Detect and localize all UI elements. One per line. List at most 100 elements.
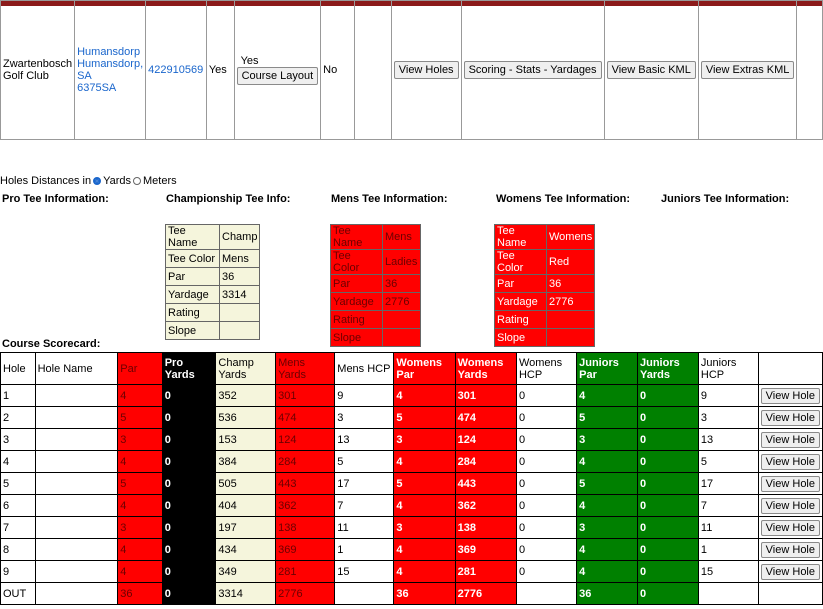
scorecard-cell [34, 560, 119, 583]
scorecard-cell: 4 [117, 450, 163, 473]
scorecard-header-cell: Juniors Yards [637, 352, 699, 385]
scorecard-cell: 3 [0, 428, 36, 451]
scorecard-cell: 8 [0, 538, 36, 561]
tee-value: 36 [382, 274, 421, 293]
view-basic-kml-button[interactable]: View Basic KML [606, 61, 696, 79]
tee-value: 3314 [218, 285, 261, 304]
scorecard-cell: 434 [215, 538, 277, 561]
scorecard-cell: 15 [334, 560, 395, 583]
womens-tee-heading: Womens Tee Information: [496, 193, 631, 205]
tee-value: Mens [382, 224, 421, 250]
scorecard-cell: 0 [515, 560, 578, 583]
scorecard-cell: 404 [215, 494, 277, 517]
scorecard-cell: 0 [515, 516, 578, 539]
club-info-table: Zwartenbosch Golf Club Humansdorp Humans… [0, 0, 823, 140]
scorecard-cell: 124 [454, 428, 517, 451]
scorecard-header-cell: Hole Name [34, 352, 119, 385]
scorecard-cell: 281 [275, 560, 336, 583]
view-hole-cell: View Hole [757, 472, 823, 495]
course-layout-button[interactable]: Course Layout [236, 67, 319, 85]
scorecard-cell: 7 [0, 516, 36, 539]
view-hole-button[interactable]: View Hole [760, 497, 820, 514]
scorecard-cell: 0 [637, 494, 699, 517]
scorecard-cell: 3 [393, 516, 456, 539]
scorecard-cell: 0 [161, 472, 217, 495]
scorecard-cell: 0 [637, 384, 699, 407]
scorecard-cell: 4 [576, 494, 638, 517]
address-line-4[interactable]: 6375SA [77, 82, 116, 94]
tee-label: Yardage [165, 285, 220, 304]
tee-label: Rating [165, 303, 220, 322]
view-hole-button[interactable]: View Hole [760, 431, 820, 448]
champ-tee-table: Tee Name Champ Tee Color Mens Par 36 Yardag… [165, 224, 261, 340]
view-hole-button[interactable]: View Hole [760, 563, 820, 580]
tee-value [545, 310, 596, 329]
view-hole-cell: View Hole [757, 428, 823, 451]
club-name: Zwartenbosch Golf Club [0, 0, 76, 140]
address-line-3[interactable]: SA [77, 70, 92, 82]
scorecard-out-cell: 2776 [454, 582, 517, 605]
scorecard-cell: 5 [697, 450, 759, 473]
address-line-2[interactable]: Humansdorp, [77, 58, 143, 70]
scorecard-cell: 5 [393, 406, 456, 429]
scorecard-cell: 0 [515, 472, 578, 495]
tee-value: 36 [545, 274, 596, 293]
view-holes-button[interactable]: View Holes [393, 61, 459, 79]
scorecard-cell: 4 [576, 450, 638, 473]
view-hole-button[interactable]: View Hole [760, 409, 820, 426]
scorecard-out-cell [334, 582, 395, 605]
scorecard-cell: 13 [334, 428, 395, 451]
scorecard-cell: 0 [515, 428, 578, 451]
scorecard-cell: 0 [515, 450, 578, 473]
view-hole-button[interactable]: View Hole [760, 519, 820, 536]
tee-value: 2776 [382, 292, 421, 311]
scorecard-cell: 0 [161, 538, 217, 561]
scorecard-header-cell: Hole [0, 352, 36, 385]
scorecard-out-cell: 0 [161, 582, 217, 605]
scorecard-cell: 197 [215, 516, 277, 539]
view-hole-cell: View Hole [757, 494, 823, 517]
scorecard-cell: 11 [334, 516, 395, 539]
scorecard-out-row: OUT 36 0 3314 2776 36 2776 36 0 [0, 582, 823, 605]
mens-tee-heading: Mens Tee Information: [331, 193, 448, 205]
tee-label: Slope [494, 328, 547, 347]
scorecard-cell: 349 [215, 560, 277, 583]
scorecard-cell: 0 [637, 406, 699, 429]
scorecard-cell: 3 [576, 428, 638, 451]
empty-cell [353, 0, 392, 140]
club-phone-link[interactable]: 422910569 [148, 64, 203, 76]
meters-radio[interactable] [133, 177, 142, 185]
scorecard-cell: 352 [215, 384, 277, 407]
scorecard-cell: 4 [0, 450, 36, 473]
yards-radio[interactable] [93, 177, 102, 185]
scorecard-out-cell [34, 582, 119, 605]
view-extras-kml-button[interactable]: View Extras KML [700, 61, 795, 79]
view-hole-button[interactable]: View Hole [760, 475, 820, 492]
scorecard-cell: 3 [117, 428, 163, 451]
view-hole-button[interactable]: View Hole [760, 541, 820, 558]
col-yes-cell: Yes [205, 0, 235, 140]
scorecard-cell: 284 [275, 450, 336, 473]
scorecard-cell: 3 [393, 428, 456, 451]
scorecard-cell: 138 [275, 516, 336, 539]
view-hole-button[interactable]: View Hole [760, 387, 820, 404]
tee-value: Mens [218, 249, 261, 268]
address-line-1[interactable]: Humansdorp [77, 46, 140, 58]
scorecard-cell: 1 [0, 384, 36, 407]
meters-label[interactable]: Meters [143, 175, 177, 187]
scoring-stats-yardages-button[interactable]: Scoring - Stats - Yardages [463, 61, 602, 79]
scorecard-row: 7 3 0 197 138 11 3 138 0 3 0 11 View Hole [0, 516, 823, 539]
yards-label[interactable]: Yards [103, 175, 131, 187]
scorecard-out-cell [697, 582, 759, 605]
scorecard-cell: 369 [454, 538, 517, 561]
scorecard-cell: 5 [117, 406, 163, 429]
scorecard-cell: 138 [454, 516, 517, 539]
scorecard-cell: 4 [393, 538, 456, 561]
view-holes-cell: View Holes [390, 0, 462, 140]
scorecard-header-cell: Pro Yards [161, 352, 217, 385]
scorecard-heading: Course Scorecard: [2, 338, 101, 350]
scorecard-cell: 4 [393, 450, 456, 473]
tee-value: Champ [218, 224, 261, 250]
scorecard-cell [34, 472, 119, 495]
view-hole-button[interactable]: View Hole [760, 453, 820, 470]
